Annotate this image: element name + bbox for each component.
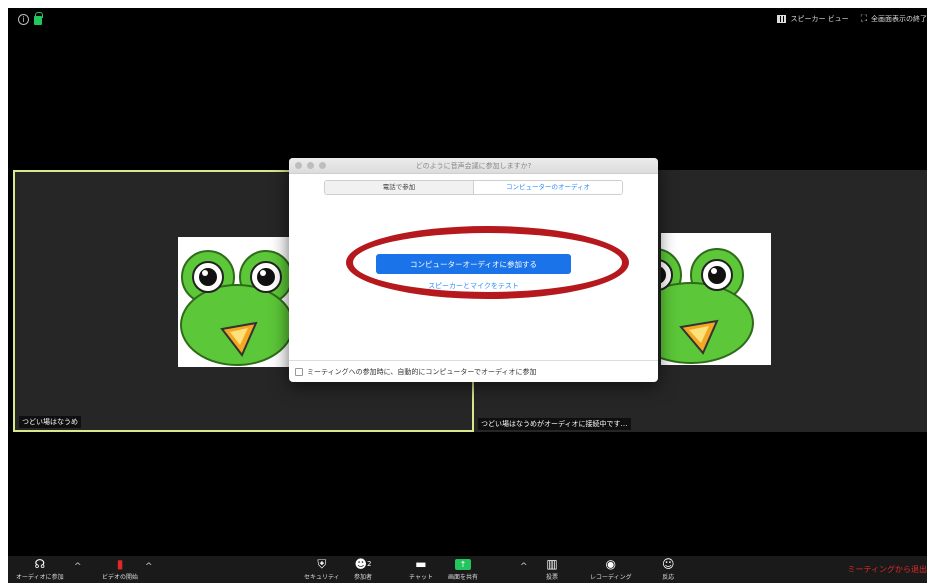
join-audio-button[interactable]: ☊ オーディオに参加	[16, 556, 64, 583]
frog-avatar-image	[178, 237, 296, 367]
auto-join-audio-label[interactable]: ミーティングへの参加時に、自動的にコンピューターでオーディオに参加	[307, 367, 536, 377]
start-video-label: ビデオの開始	[102, 574, 139, 581]
join-audio-label: オーディオに参加	[16, 574, 64, 581]
reactions-button[interactable]: ☺ 反応	[662, 556, 675, 583]
share-screen-icon-wrap: ↑	[455, 556, 471, 572]
start-video-button[interactable]: ▮ ビデオの開始	[102, 556, 138, 583]
tab-computer-audio[interactable]: コンピューターのオーディオ	[473, 181, 622, 194]
smiley-icon: ☺	[662, 557, 675, 571]
security-button[interactable]: ⛨ セキュリティ	[304, 556, 340, 583]
dialog-footer: ミーティングへの参加時に、自動的にコンピューターでオーディオに参加	[289, 360, 658, 382]
minimize-window-button[interactable]	[307, 162, 314, 169]
tab-phone-call[interactable]: 電話で参加	[325, 181, 473, 194]
dialog-title: どのように音声会議に参加しますか?	[415, 162, 532, 170]
meeting-toolbar: ☊ オーディオに参加 ^ ▮ ビデオの開始 ^ ⛨ セキュリティ ☻ 2 参加者 …	[8, 556, 927, 583]
video-off-icon: ▮	[116, 557, 124, 571]
close-window-button[interactable]	[295, 162, 302, 169]
reactions-label: 反応	[662, 574, 675, 581]
info-icon[interactable]: i	[18, 14, 29, 25]
share-options-chevron-icon[interactable]: ^	[520, 562, 528, 572]
dialog-titlebar: どのように音声会議に参加しますか?	[289, 158, 658, 174]
frog-avatar-image	[661, 233, 771, 365]
participants-label: 参加者	[354, 574, 373, 581]
participant-name-label: つどい場はなうめがオーディオに接続中です…	[478, 418, 631, 430]
audio-mode-tabs: 電話で参加 コンピューターのオーディオ	[324, 180, 623, 195]
speaker-view-label: スピーカー ビュー	[790, 15, 849, 23]
speaker-view-button[interactable]: スピーカー ビュー	[777, 14, 849, 24]
chat-button[interactable]: ▬ チャット	[409, 556, 433, 583]
exit-fullscreen-button[interactable]: ⛶ 全画面表示の終了	[861, 14, 927, 24]
lock-icon[interactable]	[34, 12, 43, 25]
participants-count: 2	[367, 560, 372, 568]
grid-view-icon	[777, 15, 787, 23]
window-controls	[295, 162, 326, 169]
share-screen-label: 画面を共有	[448, 574, 479, 581]
auto-join-audio-checkbox[interactable]	[295, 367, 303, 376]
red-highlight-ellipse	[346, 226, 629, 299]
chat-label: チャット	[409, 574, 433, 581]
video-options-chevron-icon[interactable]: ^	[145, 562, 153, 572]
participants-icon: ☻ 2	[354, 557, 372, 571]
view-controls: スピーカー ビュー ⛶ 全画面表示の終了	[777, 14, 927, 24]
headphones-icon: ☊	[34, 557, 46, 571]
participant-name-label: つどい場はなうめ	[19, 416, 81, 428]
participants-button[interactable]: ☻ 2 参加者	[354, 556, 372, 583]
exit-fullscreen-label: 全画面表示の終了	[871, 15, 927, 23]
chat-bubble-icon: ▬	[415, 557, 427, 571]
exit-fullscreen-icon: ⛶	[860, 14, 867, 24]
audio-options-chevron-icon[interactable]: ^	[74, 562, 82, 572]
share-screen-icon: ↑	[455, 558, 471, 570]
share-screen-button[interactable]: ↑ 画面を共有	[448, 556, 478, 583]
polls-label: 投票	[546, 574, 559, 581]
record-button[interactable]: ◉ レコーディング	[590, 556, 632, 583]
shield-icon: ⛨	[317, 556, 327, 571]
record-icon: ◉	[605, 557, 617, 571]
bar-chart-icon: ▥	[546, 557, 558, 571]
polls-button[interactable]: ▥ 投票	[546, 556, 558, 583]
leave-meeting-button[interactable]: ミーティングから退出	[847, 564, 927, 575]
security-label: セキュリティ	[304, 574, 340, 581]
meeting-info-area: i	[18, 12, 43, 25]
record-label: レコーディング	[590, 574, 632, 581]
zoom-window-button[interactable]	[319, 162, 326, 169]
